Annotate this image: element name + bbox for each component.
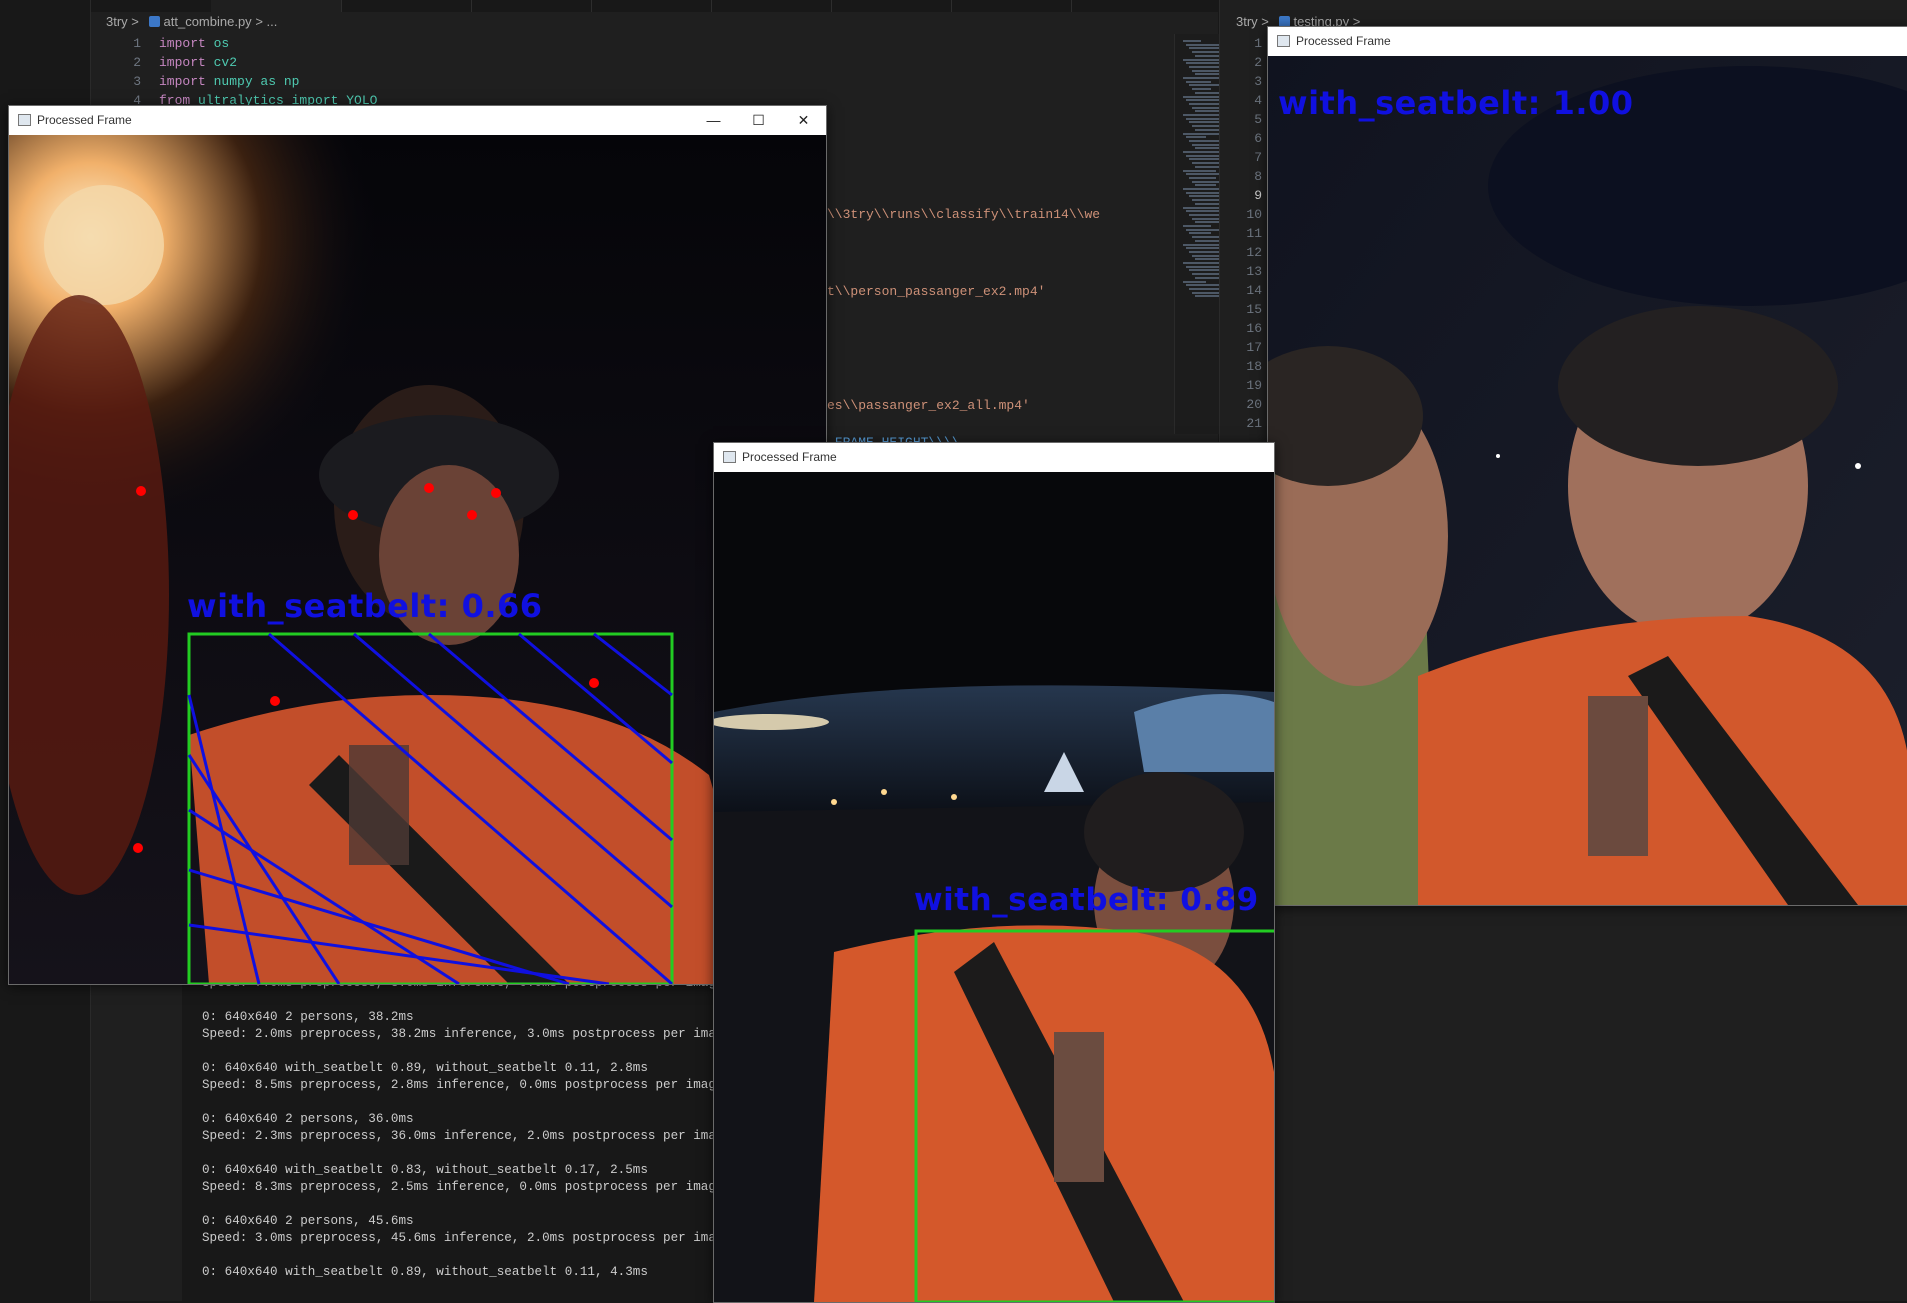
processed-frame-window-left[interactable]: Processed Frame — ☐ ✕ with_seatbelt: 0.6… [8, 105, 827, 985]
keypoint-dot [589, 678, 599, 688]
minimize-button[interactable]: — [691, 106, 736, 135]
line-number: 11 [1246, 226, 1262, 241]
minimap-line [1183, 114, 1221, 116]
processed-frame-window-right[interactable]: Processed Frame with_seatbelt: 1.00 [1267, 26, 1907, 906]
keypoint-dot [133, 843, 143, 853]
processed-frame-window-middle[interactable]: Processed Frame with_seatbelt: 0.89 [713, 442, 1275, 1303]
video-frame: with_seatbelt: 0.66 [9, 135, 826, 984]
window-titlebar[interactable]: Processed Frame — ☐ ✕ [9, 106, 826, 135]
line-number: 5 [1254, 112, 1262, 127]
keyword: import [159, 74, 206, 89]
line-number: 3 [133, 74, 141, 89]
minimap-line [1183, 40, 1201, 42]
minimap-line [1186, 265, 1221, 268]
line-number: 10 [1246, 207, 1262, 222]
minimap-line [1183, 280, 1206, 283]
minimap-line [1195, 128, 1221, 131]
minimap-line [1186, 80, 1211, 83]
code-text: os [205, 36, 230, 51]
keyword: import [159, 55, 206, 70]
line-number: 14 [1246, 283, 1262, 298]
breadcrumb-rest[interactable]: > ... [255, 14, 277, 29]
line-number: 6 [1254, 131, 1262, 146]
minimap-line [1189, 176, 1216, 179]
window-title: Processed Frame [37, 113, 132, 127]
keypoint-dot [136, 486, 146, 496]
minimap-line [1195, 184, 1216, 187]
window-title: Processed Frame [1296, 34, 1391, 48]
minimap-line [1189, 232, 1211, 235]
minimap-line [1192, 88, 1211, 91]
line-number: 1 [1254, 36, 1262, 51]
keypoint-dot [467, 510, 477, 520]
code-line[interactable]: import os [159, 34, 377, 53]
code-text: cv2 [205, 55, 238, 70]
minimap-line [1192, 273, 1221, 276]
breadcrumb[interactable]: 3try > att_combine.py > ... [106, 14, 277, 29]
window-app-icon [1277, 35, 1290, 47]
code-fragment: t\\person_passanger_ex2.mp4' [827, 284, 1046, 299]
line-number: 16 [1246, 321, 1262, 336]
code-fragment: \\3try\\runs\\classify\\train14\\we [827, 207, 1101, 222]
window-titlebar[interactable]: Processed Frame [1268, 27, 1907, 56]
keypoint-dot [348, 510, 358, 520]
line-number: 20 [1246, 397, 1262, 412]
breadcrumb-separator: > [131, 14, 139, 29]
code-area[interactable]: import os import cv2 import numpy as np fro… [159, 34, 377, 110]
minimap-line [1183, 169, 1216, 172]
line-number: 19 [1246, 378, 1262, 393]
maximize-button[interactable]: ☐ [736, 106, 781, 135]
line-number: 12 [1246, 245, 1262, 260]
minimap-line [1186, 136, 1206, 139]
line-number: 18 [1246, 359, 1262, 374]
line-number: 2 [133, 55, 141, 70]
line-number: 1 [133, 36, 141, 51]
line-number: 17 [1246, 340, 1262, 355]
line-numbers: 1234 [91, 34, 141, 110]
frame-image [9, 135, 826, 984]
breadcrumb-folder[interactable]: 3try [1236, 14, 1258, 29]
keypoint-dot [270, 696, 280, 706]
code-line[interactable]: import cv2 [159, 53, 377, 72]
keyword: import [159, 36, 206, 51]
line-number: 2 [1254, 55, 1262, 70]
video-frame: with_seatbelt: 1.00 [1268, 56, 1907, 905]
close-button[interactable]: ✕ [781, 106, 826, 135]
line-number: 15 [1246, 302, 1262, 317]
frame-image [1268, 56, 1907, 905]
keypoint-dot [424, 483, 434, 493]
window-title: Processed Frame [742, 450, 837, 464]
detection-label: with_seatbelt: 1.00 [1278, 84, 1634, 122]
code-fragment: es\\passanger_ex2_all.mp4' [827, 398, 1030, 413]
breadcrumb-file[interactable]: att_combine.py [164, 14, 252, 29]
line-numbers: 1 2 3 4 5 6 7 8 9 10 11 12 13 14 15 16 17 18 19 20 21 [1220, 34, 1262, 433]
window-app-icon [18, 114, 31, 126]
video-frame: with_seatbelt: 0.89 [714, 472, 1274, 1302]
breadcrumb-folder[interactable]: 3try [106, 14, 128, 29]
detection-label: with_seatbelt: 0.89 [914, 882, 1259, 918]
line-number: 7 [1254, 150, 1262, 165]
line-number: 13 [1246, 264, 1262, 279]
line-number: 21 [1246, 416, 1262, 431]
keypoint-dot [491, 488, 501, 498]
line-number: 9 [1254, 188, 1262, 203]
detection-label: with_seatbelt: 0.66 [187, 587, 543, 625]
editor-tab-strip[interactable] [91, 0, 1218, 12]
line-number: 3 [1254, 74, 1262, 89]
window-app-icon [723, 451, 736, 463]
minimap-line [1189, 121, 1221, 124]
code-text: numpy as np [205, 74, 300, 89]
window-titlebar[interactable]: Processed Frame [714, 443, 1274, 472]
code-line[interactable]: import numpy as np [159, 72, 377, 91]
line-number: 4 [1254, 93, 1262, 108]
minimap-line [1183, 225, 1211, 227]
line-number: 8 [1254, 169, 1262, 184]
python-file-icon [148, 16, 160, 27]
